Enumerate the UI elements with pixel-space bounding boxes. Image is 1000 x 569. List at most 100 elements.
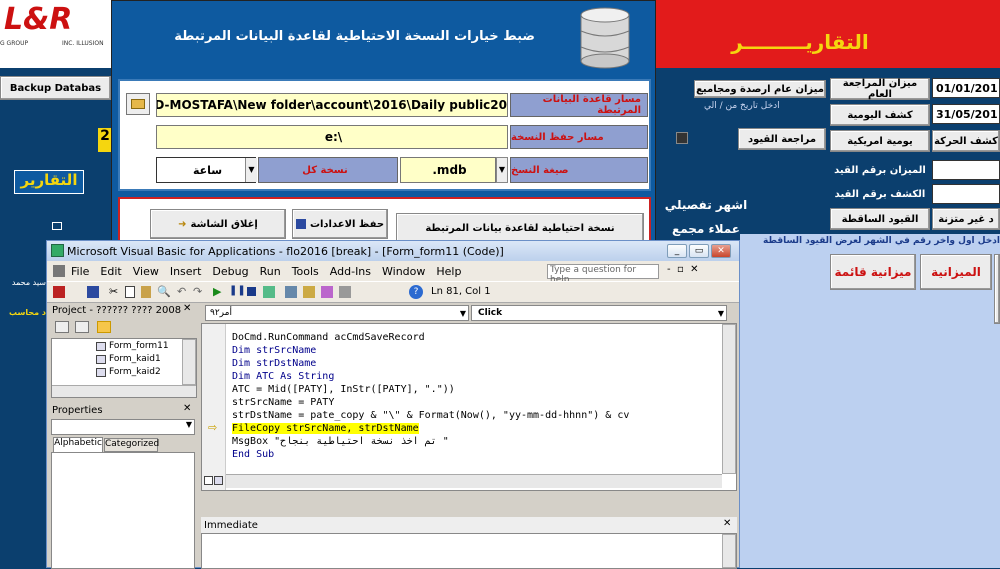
balance-by-entry-button[interactable]: الميزان برقم القيد (830, 160, 930, 180)
mdi-buttons[interactable]: - ▫ ✕ (667, 264, 698, 275)
menu-help[interactable]: Help (436, 265, 461, 278)
project-pane-close[interactable]: ✕ (183, 303, 191, 314)
tab-categorized[interactable]: Categorized (104, 438, 159, 452)
unit-dropdown-arrow[interactable]: ▼ (245, 158, 257, 182)
paste-icon[interactable] (141, 286, 151, 298)
code-line: Dim strDstName (232, 358, 317, 369)
undo-icon[interactable]: ↶ (177, 285, 186, 298)
project-explorer-icon[interactable] (285, 286, 297, 298)
tree-hscrollbar[interactable] (52, 385, 196, 397)
grid-icon[interactable] (52, 222, 62, 230)
tree-item[interactable]: Form_kaid1 (96, 354, 161, 364)
save-settings-button[interactable]: حفظ الاعدادات (292, 209, 388, 239)
linked-db-path-field[interactable]: MED-MOSTAFA\New folder\account\2016\Dail… (156, 93, 508, 117)
movement-statement-button[interactable]: كشف الحركة (932, 130, 1000, 152)
object-combo[interactable]: أمر٩٢ ▼ (205, 305, 469, 321)
logo-sub-right: INC. ILLUSION (62, 40, 104, 47)
toggle-folders-icon[interactable] (97, 321, 111, 333)
procedure-view-icon[interactable] (204, 476, 213, 485)
project-tree: Form_form11 Form_kaid1 Form_kaid2 (51, 338, 197, 398)
menu-edit[interactable]: Edit (100, 265, 121, 278)
immediate-pane-header: Immediate (201, 517, 737, 533)
menu-debug[interactable]: Debug (212, 265, 248, 278)
balance-sheets-button[interactable]: ميزان عام ارصدة ومجاميع (694, 80, 826, 98)
view-object-icon[interactable] (75, 321, 89, 333)
procedure-combo-value: Click (478, 308, 503, 318)
maximize-button[interactable]: ▭ (689, 244, 709, 258)
procedure-combo[interactable]: Click ▼ (471, 305, 727, 321)
save-icon[interactable] (87, 286, 99, 298)
format-select[interactable]: .mdb (400, 157, 496, 183)
close-window-button[interactable]: ✕ (711, 244, 731, 258)
entry-from-field[interactable] (932, 160, 1000, 180)
review-entries-button[interactable]: مراجعة القيود (738, 128, 826, 150)
entry-to-field[interactable] (932, 184, 1000, 204)
view-access-icon[interactable] (53, 286, 65, 298)
fallen-entries-button[interactable]: القيود الساقطة (830, 208, 930, 230)
help-question-field[interactable]: Type a question for help (547, 264, 659, 285)
menu-view[interactable]: View (133, 265, 159, 278)
immediate-close[interactable]: ✕ (723, 518, 731, 529)
date-from-field[interactable]: 01/01/201 (932, 78, 1000, 98)
code-vscrollbar[interactable] (722, 324, 736, 474)
redo-icon[interactable]: ↷ (193, 285, 202, 298)
tab-alphabetic[interactable]: Alphabetic (53, 437, 103, 452)
vba-toolbar: ✂ 🔍 ↶ ↷ ▶ ❚❚ ? Ln 81, Col 1 (47, 281, 739, 303)
immediate-window[interactable] (201, 533, 737, 569)
edge-button[interactable] (994, 254, 1000, 324)
logo-sub-left: G GROUP (0, 40, 29, 47)
execution-arrow-icon: ⇨ (208, 421, 218, 434)
close-screen-button[interactable]: إغلاق الشاشة ➜ (150, 209, 286, 239)
view-code-icon[interactable] (55, 321, 69, 333)
budget-list-button[interactable]: ميزانية قائمة (830, 254, 916, 290)
tree-scrollbar[interactable] (182, 339, 196, 385)
properties-pane-close[interactable]: ✕ (183, 403, 191, 414)
properties-object-combo[interactable]: ▼ (51, 419, 195, 435)
menu-file[interactable]: File (71, 265, 89, 278)
reset-icon[interactable] (247, 287, 256, 296)
tree-item[interactable]: Form_form11 (96, 341, 169, 351)
design-mode-icon[interactable] (263, 286, 275, 298)
backup-database-button[interactable]: Backup Databas (0, 76, 111, 100)
find-icon[interactable]: 🔍 (157, 285, 171, 298)
daily-statement-button[interactable]: كشف اليومية (830, 104, 930, 126)
format-dropdown-arrow[interactable]: ▼ (496, 157, 508, 183)
code-line: Dim strSrcName (232, 345, 317, 356)
date-to-field[interactable]: 31/05/201 (932, 104, 1000, 124)
backup-path-field[interactable]: e:\ (156, 125, 508, 149)
form-icon[interactable] (676, 132, 688, 144)
american-journal-button[interactable]: يومية امريكية (830, 130, 930, 152)
menu-addins[interactable]: Add-Ins (330, 265, 371, 278)
copy-icon[interactable] (125, 286, 135, 298)
monthly-detail-label[interactable]: اشهر تفصيلي (664, 198, 748, 212)
immediate-scrollbar[interactable] (722, 534, 736, 568)
menu-tools[interactable]: Tools (292, 265, 319, 278)
trial-balance-button[interactable]: ميزان المراجعة العام (830, 78, 930, 100)
linked-db-path-label: مسار قاعدة البيانات المرتبطة (510, 93, 648, 117)
browse-folder-button[interactable] (126, 93, 150, 115)
tree-item[interactable]: Form_kaid2 (96, 367, 161, 377)
cut-icon[interactable]: ✂ (109, 285, 118, 298)
help-icon[interactable]: ? (409, 285, 423, 299)
backup-linked-db-button[interactable]: نسخة احتياطية لقاعدة بيانات المرتبطة (396, 213, 644, 243)
toolbox-icon[interactable] (339, 286, 351, 298)
minimize-button[interactable]: _ (667, 244, 687, 258)
right-lower-area (740, 298, 1000, 568)
menu-insert[interactable]: Insert (170, 265, 202, 278)
properties-icon[interactable] (303, 286, 315, 298)
unbalanced-entries-button[interactable]: د غير متزنة (932, 208, 1000, 230)
code-window[interactable]: DoCmd.RunCommand acCmdSaveRecord Dim str… (201, 323, 737, 491)
run-icon[interactable]: ▶ (213, 285, 221, 298)
menu-run[interactable]: Run (260, 265, 281, 278)
menu-window[interactable]: Window (382, 265, 425, 278)
break-icon[interactable]: ❚❚ (229, 285, 246, 296)
vba-title-bar: Microsoft Visual Basic for Applications … (47, 241, 739, 261)
object-browser-icon[interactable] (321, 286, 333, 298)
full-module-view-icon[interactable] (214, 476, 223, 485)
save-settings-label: حفظ الاعدادات (309, 218, 385, 230)
budget-button[interactable]: الميزانية (920, 254, 992, 290)
unit-select[interactable]: ساعة (156, 157, 256, 183)
customers-label[interactable]: عملاء مجمع (664, 222, 748, 236)
statement-by-entry-button[interactable]: الكشف برقم القيد (830, 184, 930, 204)
code-hscrollbar[interactable] (226, 474, 722, 488)
